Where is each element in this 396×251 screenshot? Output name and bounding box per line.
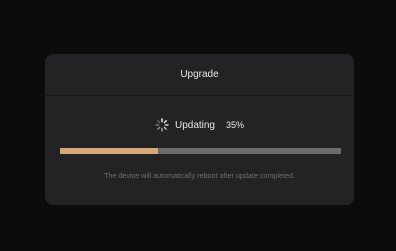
loading-spinner-icon — [155, 118, 169, 132]
title-divider — [45, 95, 354, 96]
progress-bar-fill — [60, 148, 159, 154]
status-text: Updating — [174, 119, 215, 131]
status-row: Updating 35% — [45, 115, 354, 135]
screen: Upgrade Updating 35% The device will aut… — [0, 0, 396, 251]
progress-percent: 35% — [226, 120, 245, 130]
progress-bar — [60, 148, 341, 154]
upgrade-dialog: Upgrade Updating 35% The device will aut… — [45, 54, 354, 205]
reboot-notice: The device will automatically reboot aft… — [104, 171, 295, 180]
dialog-title: Upgrade — [180, 69, 219, 80]
